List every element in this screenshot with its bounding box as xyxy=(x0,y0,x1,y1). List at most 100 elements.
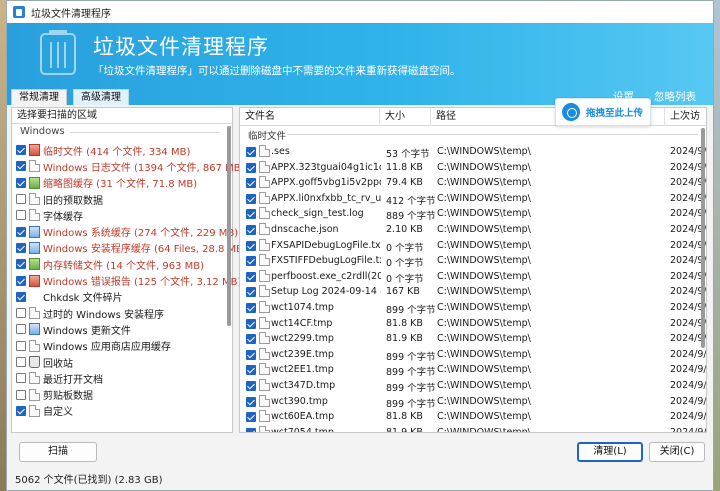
file-size: 11.8 KB xyxy=(386,161,423,173)
scan-area-checkbox[interactable] xyxy=(16,340,26,351)
file-checkbox[interactable] xyxy=(246,287,256,298)
file-row[interactable]: FXSTIFFDebugLogFile.txt 0 个字节 C:\WINDOWS\t… xyxy=(240,253,706,269)
file-checkbox[interactable] xyxy=(246,334,256,345)
scan-area-checkbox[interactable] xyxy=(16,242,26,253)
tab-standard-clean[interactable]: 常规清理 xyxy=(11,89,67,105)
scan-area-item[interactable]: Chkdsk 文件碎片 xyxy=(16,289,226,305)
column-header-size[interactable]: 大小 xyxy=(380,108,431,126)
file-row[interactable]: wct60EA.tmp 81.8 KB C:\WINDOWS\temp\ 2024/9… xyxy=(240,409,706,425)
file-name: FXSTIFFDebugLogFile.txt xyxy=(271,255,381,267)
file-name: APPX.goff5vbg1i5v2ppqw xyxy=(271,177,381,189)
file-checkbox[interactable] xyxy=(246,162,256,173)
file-icon xyxy=(259,425,270,432)
file-checkbox[interactable] xyxy=(246,256,256,267)
scan-area-item[interactable]: 旧的预取数据 xyxy=(16,191,226,207)
left-scrollbar[interactable] xyxy=(227,126,231,326)
scan-area-checkbox[interactable] xyxy=(16,405,26,416)
scan-area-checkbox[interactable] xyxy=(16,194,26,205)
file-row[interactable]: wct2EE1.tmp 899 个字节 C:\WINDOWS\temp\ 2024/9… xyxy=(240,362,706,378)
scan-area-item[interactable]: Windows 安装程序缓存 (64 Files, 28.8 MB) xyxy=(16,240,247,256)
file-checkbox[interactable] xyxy=(246,178,256,189)
column-header-date[interactable]: 上次访 xyxy=(665,108,706,126)
file-row[interactable]: wct390.tmp 899 个字节 C:\WINDOWS\temp\ 2024/9/… xyxy=(240,394,706,410)
scan-area-checkbox[interactable] xyxy=(16,291,26,302)
scan-area-checkbox[interactable] xyxy=(16,324,26,335)
file-icon xyxy=(259,363,270,376)
file-row[interactable]: wct2299.tmp 81.9 KB C:\WINDOWS\temp\ 2024/9… xyxy=(240,331,706,347)
file-checkbox[interactable] xyxy=(246,193,256,204)
scan-area-label: 临时文件 (414 个文件, 334 MB) xyxy=(43,146,191,158)
file-row[interactable]: dnscache.json 2.10 KB C:\WINDOWS\temp\ 2024… xyxy=(240,222,706,238)
file-row[interactable]: APPX.323tguai04g1ic1d7hcq 11.8 KB C:\WINDO… xyxy=(240,160,706,176)
file-checkbox[interactable] xyxy=(246,396,256,407)
file-row[interactable]: wct347D.tmp 899 个字节 C:\WINDOWS\temp\ 2024/9… xyxy=(240,378,706,394)
scan-area-checkbox[interactable] xyxy=(16,389,26,400)
file-row[interactable]: wct14CF.tmp 81.8 KB C:\WINDOWS\temp\ 2024/9… xyxy=(240,316,706,332)
file-row[interactable]: Setup Log 2024-09-14 #00 167 KB C:\WINDOWS… xyxy=(240,284,706,300)
file-checkbox[interactable] xyxy=(246,427,256,432)
scan-area-item[interactable]: 缩略图缓存 (31 个文件, 71.8 MB) xyxy=(16,175,226,191)
clean-button[interactable]: 清理(L) xyxy=(577,442,643,462)
scan-area-checkbox[interactable] xyxy=(16,145,26,156)
file-checkbox[interactable] xyxy=(246,412,256,423)
column-header-name[interactable]: 文件名 xyxy=(240,108,380,126)
ignore-list-link[interactable]: 忽略列表 xyxy=(654,89,696,105)
file-row[interactable]: .ses53 个字节C:\WINDOWS\temp\2024/9/1 xyxy=(240,144,706,160)
file-checkbox[interactable] xyxy=(246,349,256,360)
scan-area-item[interactable]: 回收站 xyxy=(16,354,226,370)
scan-area-checkbox[interactable] xyxy=(16,226,26,237)
scan-area-checkbox[interactable] xyxy=(16,357,26,367)
scan-area-item[interactable]: Windows 日志文件 (1394 个文件, 867 MB) xyxy=(16,158,245,174)
scan-area-checkbox[interactable] xyxy=(16,275,26,286)
scan-area-item[interactable]: 临时文件 (414 个文件, 334 MB) xyxy=(16,142,226,158)
file-row[interactable]: APPX.li0nxfxbb_tc_rv_ud8 412 个字节C:\WINDOW… xyxy=(240,191,706,207)
title-bar[interactable]: 垃圾文件清理程序 xyxy=(7,1,713,23)
scan-area-checkbox[interactable] xyxy=(16,308,26,319)
scan-area-item[interactable]: Windows 更新文件 xyxy=(16,321,226,337)
file-checkbox[interactable] xyxy=(246,147,256,157)
scan-area-item[interactable]: 自定义 xyxy=(16,403,226,419)
scan-area-checkbox[interactable] xyxy=(16,259,26,270)
scan-area-item[interactable]: Windows 错误报告 (125 个文件, 3.12 MB) xyxy=(16,272,241,288)
drag-upload-button[interactable]: 拖拽至此上传 xyxy=(555,98,651,126)
group-divider xyxy=(288,134,698,135)
scan-area-checkbox[interactable] xyxy=(16,210,26,221)
scan-area-checkbox[interactable] xyxy=(16,161,26,172)
file-list: .ses 53 个字节 C:\WINDOWS\temp\ 2024/9/1 APPX.3… xyxy=(240,144,706,432)
scan-area-item[interactable]: Windows 应用商店应用缓存 xyxy=(16,338,226,354)
bin-icon xyxy=(29,356,40,368)
file-checkbox[interactable] xyxy=(246,240,256,251)
close-button[interactable]: 关闭(C) xyxy=(649,442,705,462)
scan-area-item[interactable]: 最近打开文档 xyxy=(16,370,226,386)
file-checkbox[interactable] xyxy=(246,209,256,220)
scan-area-label: Windows 安装程序缓存 (64 Files, 28.8 MB) xyxy=(43,244,247,256)
file-checkbox[interactable] xyxy=(246,271,256,282)
scan-area-item[interactable]: Windows 系统缓存 (274 个文件, 229 MB) xyxy=(16,223,238,239)
scan-area-item[interactable]: 内存转储文件 (14 个文件, 963 MB) xyxy=(16,256,226,272)
scan-area-label: Windows 错误报告 (125 个文件, 3.12 MB) xyxy=(43,277,242,289)
file-path: C:\WINDOWS\temp\ xyxy=(437,146,531,157)
file-row[interactable]: wct7054.tmp 81.9 KB C:\WINDOWS\temp\ 2024/9… xyxy=(240,425,706,432)
file-checkbox[interactable] xyxy=(246,318,256,329)
file-checkbox[interactable] xyxy=(246,380,256,391)
file-row[interactable]: FXSAPIDebugLogFile.txt 0 个字节 C:\WINDOWS\te… xyxy=(240,238,706,254)
scan-area-item[interactable]: 剪贴板数据 xyxy=(16,386,226,402)
scan-area-label: 字体缓存 xyxy=(43,211,83,223)
right-scrollbar[interactable] xyxy=(701,128,705,348)
scan-area-checkbox[interactable] xyxy=(16,373,26,384)
tab-advanced-clean[interactable]: 高级清理 xyxy=(73,89,129,105)
file-checkbox[interactable] xyxy=(246,302,256,313)
file-row[interactable]: perfboost.exe_c2rdll(2024 0 个字节 C:\WINDOWS… xyxy=(240,269,706,285)
file-checkbox[interactable] xyxy=(246,365,256,376)
trash-bin-icon xyxy=(40,30,76,75)
file-row[interactable]: wct239E.tmp 899 个字节 C:\WINDOWS\temp\ 2024/9… xyxy=(240,347,706,363)
scan-button[interactable]: 扫描 xyxy=(19,442,97,462)
file-name: wct2EE1.tmp xyxy=(271,364,334,376)
file-row[interactable]: APPX.goff5vbg1i5v2ppqw 79.4 KB C:\WINDOWS\… xyxy=(240,175,706,191)
scan-area-item[interactable]: 过时的 Windows 安装程序 xyxy=(16,305,226,321)
file-row[interactable]: check_sign_test.log 889 个字节 C:\WINDOWS\tem… xyxy=(240,206,706,222)
file-row[interactable]: wct1074.tmp 899 个字节 C:\WINDOWS\temp\ 2024/9… xyxy=(240,300,706,316)
scan-area-item[interactable]: 字体缓存 xyxy=(16,207,226,223)
scan-area-checkbox[interactable] xyxy=(16,177,26,188)
file-checkbox[interactable] xyxy=(246,224,256,235)
